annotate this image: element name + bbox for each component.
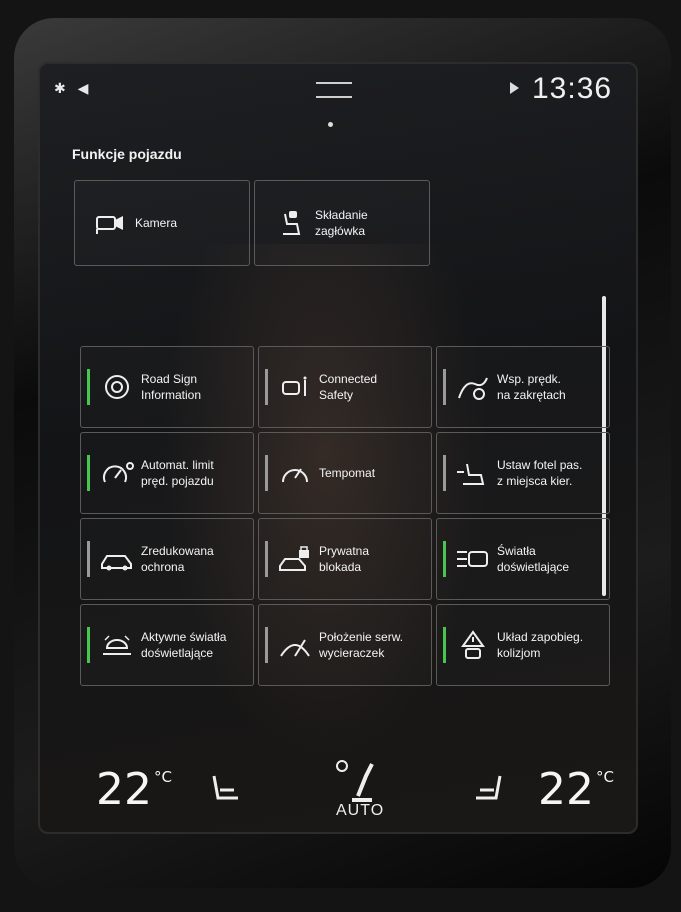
climate-bar: 22 °C AUTO 22 °C [40,754,636,832]
page-title: Funkcje pojazdu [72,146,182,162]
status-indicator [265,541,268,577]
cruise-control-icon [282,468,308,483]
tile-swiatla-doswietlajace[interactable]: Światła doświetlające [436,518,610,600]
status-icons: ✱ ◀ [54,80,93,96]
cornering-light-icon [457,551,488,567]
tile-road-sign-information[interactable]: Road Sign Information [80,346,254,428]
tile-aktywne-swiatla[interactable]: Aktywne światła doświetlające [80,604,254,686]
status-indicator [443,455,446,491]
tile-label: Układ zapobieg. kolizjom [497,630,584,660]
status-indicator [443,541,446,577]
top-tile-row: Kamera Składanie zagłówka [74,180,430,268]
active-bending-light-icon [103,635,131,655]
tile-label: Prywatna blokada [319,544,370,574]
tile-ustaw-fotel[interactable]: Ustaw fotel pas. z miejsca kier. [436,432,610,514]
tile-connected-safety[interactable]: Connected Safety [258,346,432,428]
tile-label: Connected Safety [319,372,378,402]
status-indicator [87,627,90,663]
tile-label: Położenie serw. wycieraczek [319,630,404,660]
fan-seat-icon [336,760,374,802]
driver-temperature[interactable]: 22 °C [96,764,172,815]
tile-polozenie-wycieraczek[interactable]: Położenie serw. wycieraczek [258,604,432,686]
tile-label: Ustaw fotel pas. z miejsca kier. [497,458,583,488]
status-indicator [87,541,90,577]
collision-warning-icon [461,630,485,659]
function-tile-grid: Road Sign Information Connected Safety Wsp… [80,346,610,688]
tile-zredukowana-ochrona[interactable]: Zredukowana ochrona [80,518,254,600]
passenger-seat-icon [457,463,485,485]
wiper-service-icon [280,639,310,657]
tile-kamera[interactable]: Kamera [74,180,250,266]
pull-down-handle-icon[interactable] [316,82,352,98]
tile-automat-limit[interactable]: Automat. limit pręd. pojazdu [80,432,254,514]
play-icon [510,82,519,94]
car-lock-icon [279,546,309,571]
tile-label: Składanie zagłówka [315,208,368,238]
car-reduced-guard-icon [101,555,132,571]
curve-speed-icon [458,377,488,400]
camera-icon [96,216,123,234]
status-indicator [443,369,446,405]
status-indicator [265,627,268,663]
tile-prywatna-blokada[interactable]: Prywatna blokada [258,518,432,600]
status-indicator [87,369,90,405]
tile-label: Zredukowana ochrona [141,544,214,574]
driver-seat-heat-icon[interactable] [208,772,242,806]
tile-wsp-predk[interactable]: Wsp. prędk. na zakrętach [436,346,610,428]
tile-label: Wsp. prędk. na zakrętach [497,372,566,402]
road-sign-icon [105,375,129,399]
tile-label: Kamera [135,216,178,230]
connected-safety-icon [282,376,307,396]
tile-label: Tempomat [319,466,376,480]
tile-label: Światła doświetlające [497,544,570,574]
status-bar: ✱ ◀ 13:36 [40,64,636,127]
tile-uklad-zapobieg-kolizjom[interactable]: Układ zapobieg. kolizjom [436,604,610,686]
status-indicator [443,627,446,663]
infotainment-screen: ✱ ◀ 13:36 Funkcje pojazdu Kamera Składan… [38,62,638,834]
status-indicator [87,455,90,491]
passenger-seat-heat-icon[interactable] [472,772,506,806]
status-indicator [265,369,268,405]
tile-skladanie-zaglowka[interactable]: Składanie zagłówka [254,180,430,266]
tile-label: Road Sign Information [141,372,202,402]
passenger-temperature[interactable]: 22 °C [538,764,614,815]
status-indicator [265,455,268,491]
tile-label: Automat. limit pręd. pojazdu [141,458,214,488]
speed-limiter-icon [103,462,134,483]
tile-tempomat[interactable]: Tempomat [258,432,432,514]
page-indicator-dot [328,122,333,127]
clock: 13:36 [532,72,613,105]
climate-auto-label[interactable]: AUTO [336,802,384,820]
headrest-fold-icon [283,211,301,235]
tile-label: Aktywne światła doświetlające [141,630,227,660]
